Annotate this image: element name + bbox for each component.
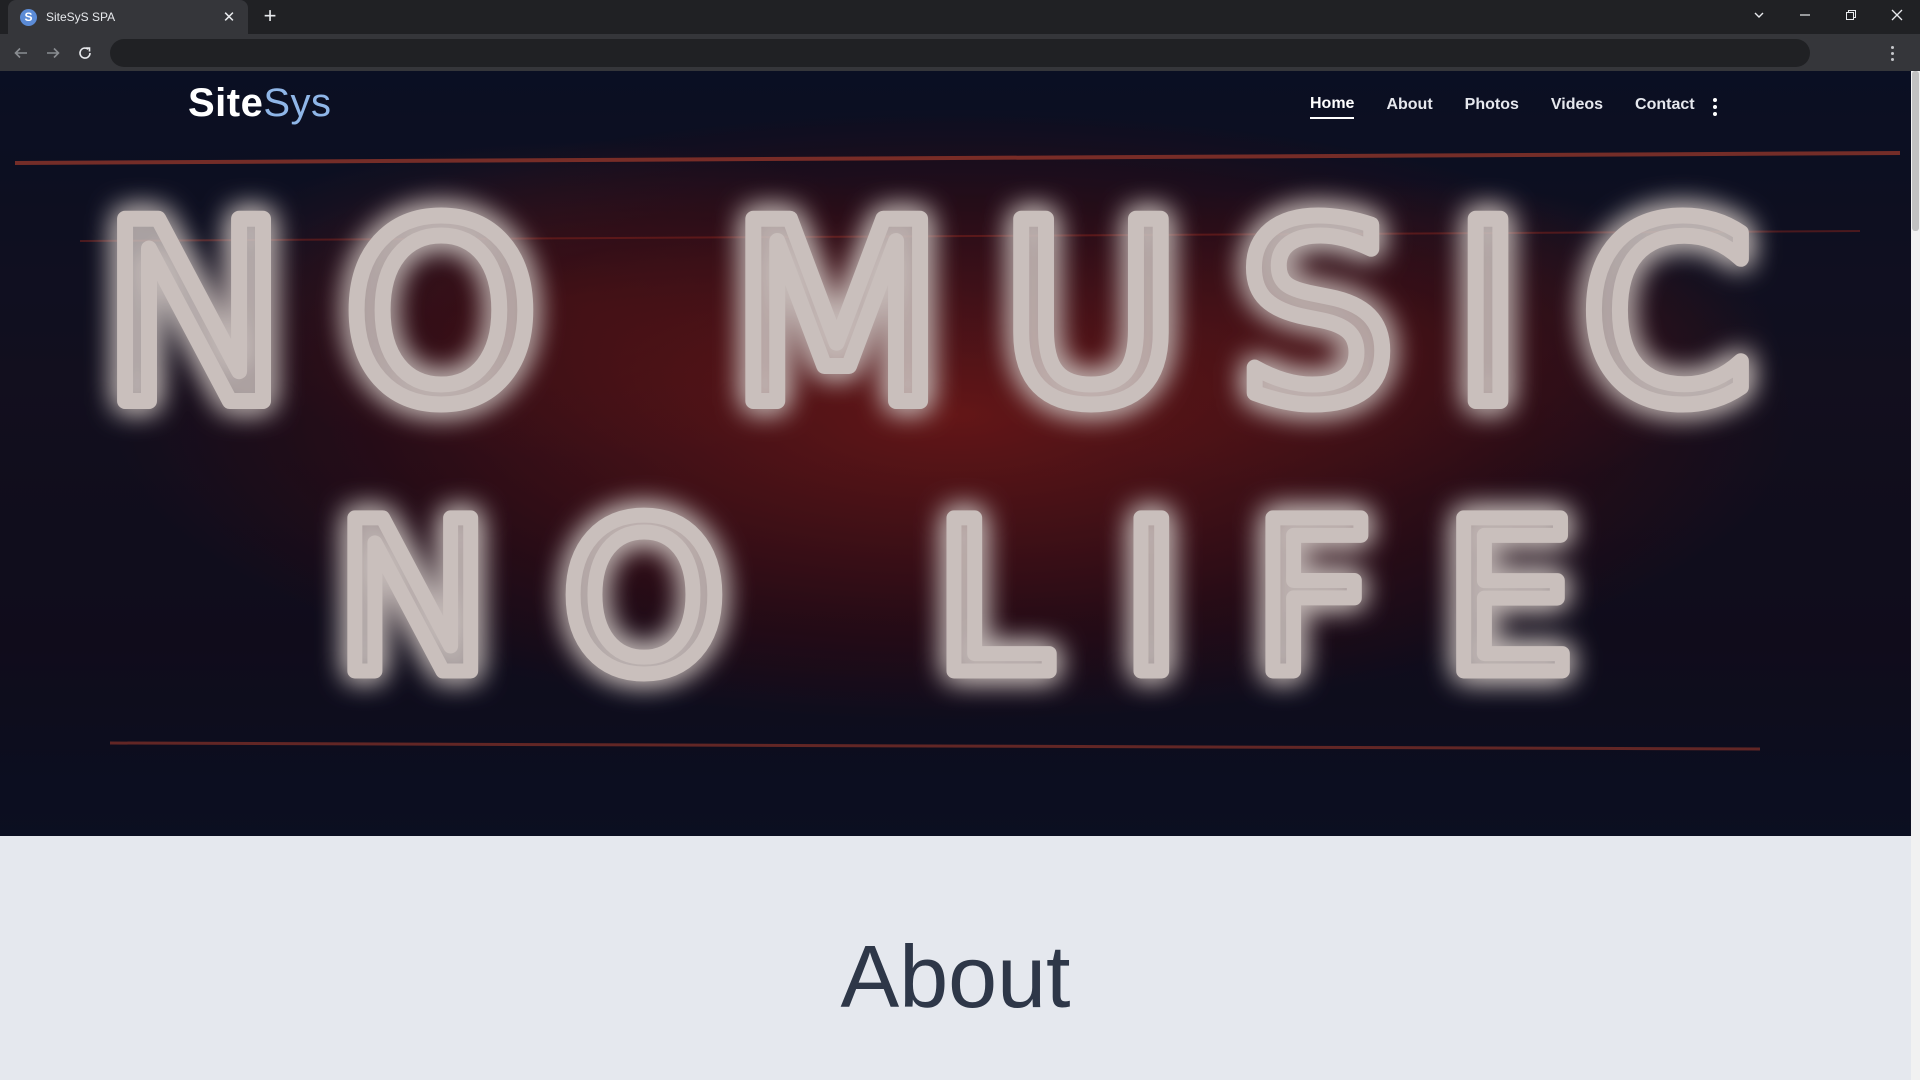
browser-menu-icon[interactable]: [1884, 41, 1900, 65]
neon-sign-image: NO MUSIC NO LIFE: [0, 71, 1911, 836]
site-favicon-icon: S: [20, 8, 37, 26]
tab-title: SiteSyS SPA: [46, 10, 116, 24]
nav-link-photos[interactable]: Photos: [1465, 96, 1519, 118]
minimize-icon[interactable]: [1782, 0, 1828, 30]
browser-tab-strip: S SiteSyS SPA ✕ +: [0, 0, 1920, 34]
page-scrollbar[interactable]: [1911, 71, 1920, 1080]
logo-secondary-text: Sys: [263, 81, 332, 125]
hero-overlay: [0, 71, 1911, 836]
nav-link-contact[interactable]: Contact: [1635, 96, 1695, 118]
nav-link-home[interactable]: Home: [1310, 95, 1355, 119]
nav-link-videos[interactable]: Videos: [1551, 96, 1603, 118]
scrollbar-thumb[interactable]: [1912, 71, 1919, 231]
browser-tab[interactable]: S SiteSyS SPA ✕: [8, 0, 248, 34]
hero-banner: NO MUSIC NO LIFE SiteSys Home About Phot…: [0, 71, 1911, 836]
more-menu-icon[interactable]: [1709, 96, 1721, 118]
back-arrow-icon[interactable]: [8, 40, 34, 66]
browser-toolbar: [0, 34, 1920, 71]
address-bar[interactable]: [110, 39, 1810, 67]
site-nav-links: Home About Photos Videos Contact: [1310, 95, 1721, 119]
about-section-heading: About: [840, 927, 1071, 1026]
nav-link-about[interactable]: About: [1386, 96, 1432, 118]
close-window-icon[interactable]: [1874, 0, 1920, 30]
tab-search-chevron-icon[interactable]: [1736, 0, 1782, 30]
forward-arrow-icon[interactable]: [40, 40, 66, 66]
page-viewport: NO MUSIC NO LIFE SiteSys Home About Phot…: [0, 71, 1920, 1080]
logo-primary-text: Site: [188, 81, 264, 125]
restore-icon[interactable]: [1828, 0, 1874, 30]
new-tab-button[interactable]: +: [258, 5, 282, 29]
site-navbar: SiteSys Home About Photos Videos Contact: [0, 71, 1911, 141]
tab-close-icon[interactable]: ✕: [220, 8, 238, 26]
reload-icon[interactable]: [72, 40, 98, 66]
site-logo[interactable]: SiteSys: [188, 81, 332, 126]
